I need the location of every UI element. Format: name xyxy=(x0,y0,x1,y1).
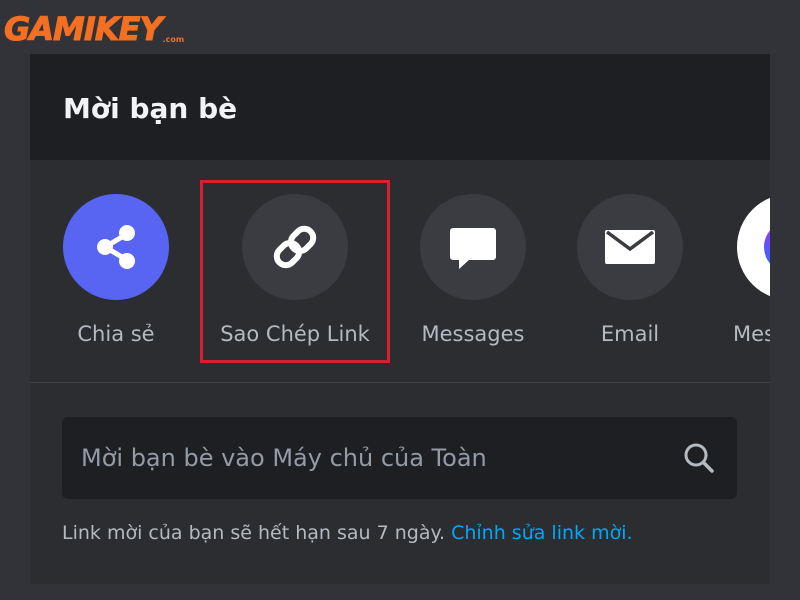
logo-text: GAMIKEY xyxy=(4,10,164,48)
share-options-row: Chia sẻ Sao Chép Link Messages Email Mes xyxy=(30,160,770,382)
search-input[interactable] xyxy=(79,443,679,473)
page-title: Mời bạn bè xyxy=(63,92,238,125)
share-option-label: Messages xyxy=(421,322,525,346)
share-option-email[interactable]: Email xyxy=(560,194,700,346)
share-option-messenger[interactable]: Messenger xyxy=(720,194,770,346)
share-option-label: Chia sẻ xyxy=(77,322,155,346)
share-option-label: Messenger xyxy=(732,322,770,346)
highlight-box xyxy=(200,180,390,363)
messenger-button-circle[interactable] xyxy=(737,194,770,300)
share-option-messages[interactable]: Messages xyxy=(403,194,543,346)
envelope-icon xyxy=(605,230,655,264)
share-option-label: Email xyxy=(600,322,660,346)
search-icon[interactable] xyxy=(679,438,719,478)
divider xyxy=(30,382,770,383)
messenger-icon xyxy=(764,230,770,264)
chat-bubble-icon xyxy=(450,228,496,269)
email-button-circle[interactable] xyxy=(577,194,683,300)
gamikey-logo: GAMIKEY .com xyxy=(4,6,185,48)
messages-button-circle[interactable] xyxy=(420,194,526,300)
panel-header: Mời bạn bè xyxy=(30,54,770,160)
invite-expiry-note: Link mời của bạn sẽ hết hạn sau 7 ngày. … xyxy=(62,522,633,544)
search-box[interactable] xyxy=(62,417,737,499)
invite-friends-panel: Mời bạn bè Chia sẻ Sao Chép Link Message… xyxy=(30,54,770,584)
share-button-circle[interactable] xyxy=(63,194,169,300)
edit-invite-link[interactable]: Chỉnh sửa link mời. xyxy=(451,522,632,544)
share-option-share[interactable]: Chia sẻ xyxy=(46,194,186,346)
expiry-text: Link mời của bạn sẽ hết hạn sau 7 ngày. xyxy=(62,522,446,544)
logo-suffix: .com xyxy=(162,35,185,44)
share-icon xyxy=(97,225,135,269)
